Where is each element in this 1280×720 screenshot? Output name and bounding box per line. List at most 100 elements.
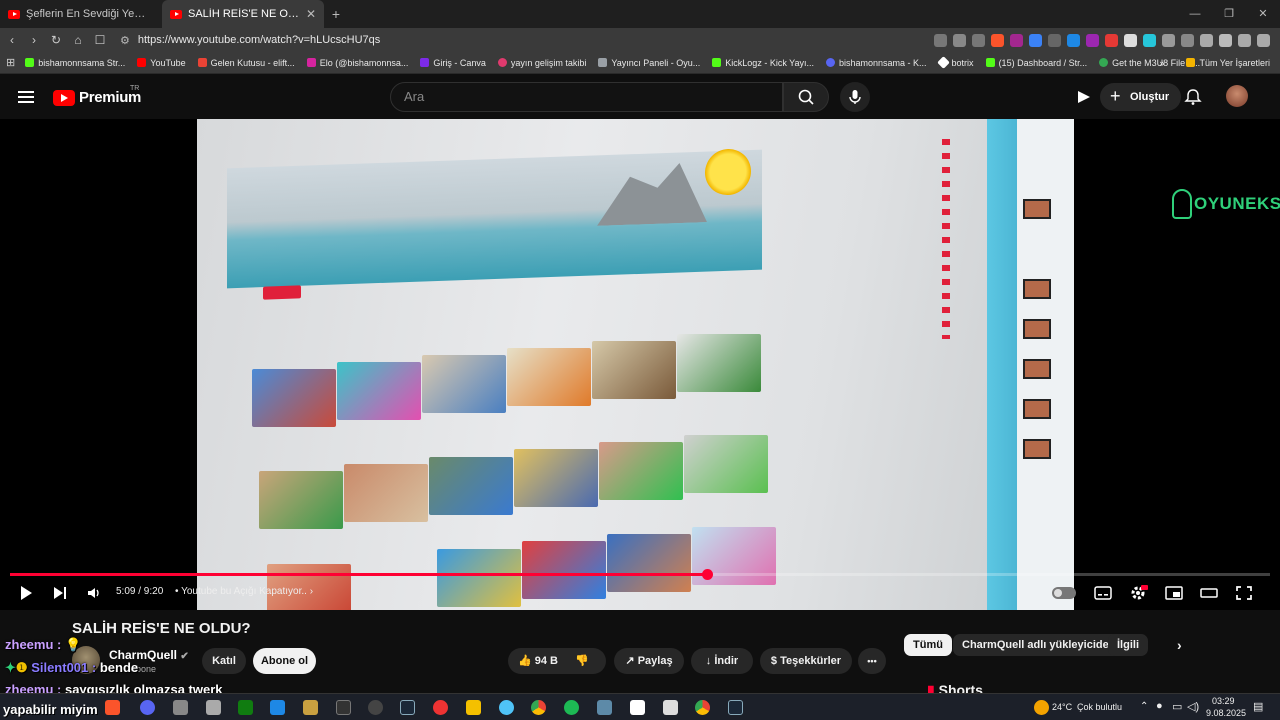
- app-icon[interactable]: [206, 700, 221, 715]
- cast-icon[interactable]: [934, 33, 947, 47]
- app-icon[interactable]: [499, 700, 514, 715]
- clock-date[interactable]: 9.08.2025: [1206, 708, 1246, 718]
- app-icon[interactable]: [433, 700, 448, 715]
- youtube-logo[interactable]: Premium: [53, 89, 141, 106]
- bookmark-item[interactable]: yayın gelişim takibi: [497, 58, 586, 68]
- apps-icon[interactable]: ⊞: [6, 56, 15, 69]
- home-icon[interactable]: ⌂: [68, 33, 88, 47]
- notifications-icon[interactable]: ▤: [1253, 700, 1263, 713]
- extension-icon[interactable]: [1143, 33, 1156, 47]
- brave-shield-icon[interactable]: [991, 33, 1004, 47]
- miniplayer-icon[interactable]: [1165, 585, 1183, 601]
- download-button[interactable]: ↓ İndir: [691, 648, 753, 674]
- next-icon[interactable]: [52, 585, 68, 601]
- epic-games-icon[interactable]: [336, 700, 351, 715]
- clock-time[interactable]: 03:29: [1212, 696, 1235, 706]
- settings-gear-icon[interactable]: [1130, 585, 1148, 601]
- app-icon[interactable]: [173, 700, 188, 715]
- bookmark-item[interactable]: Yayıncı Paneli - Oyu...: [598, 58, 700, 68]
- steam-icon[interactable]: [728, 700, 743, 715]
- game-icon[interactable]: [303, 700, 318, 715]
- browser-tab-active[interactable]: SALİH REİS'E NE OLDU? - YouTu ✕: [162, 0, 324, 28]
- hamburger-menu-icon[interactable]: [18, 91, 34, 103]
- app-icon[interactable]: [466, 700, 481, 715]
- url-field[interactable]: ⚙ https://www.youtube.com/watch?v=hLUcsc…: [120, 34, 934, 47]
- subscribe-button[interactable]: Abone ol: [253, 648, 316, 674]
- extension-icon[interactable]: [1105, 33, 1118, 47]
- extension-icon[interactable]: [1086, 33, 1099, 47]
- app-icon[interactable]: [597, 700, 612, 715]
- search-button[interactable]: [783, 82, 829, 112]
- tray-chevron-icon[interactable]: ⌃: [1140, 701, 1148, 712]
- extension-icon[interactable]: [1029, 33, 1042, 47]
- bookmark-item[interactable]: (15) Dashboard / Str...: [985, 58, 1087, 68]
- brave-rewards-icon[interactable]: [1010, 33, 1023, 47]
- notion-icon[interactable]: [630, 700, 645, 715]
- progress-bar[interactable]: [10, 573, 1270, 576]
- app-icon[interactable]: [270, 700, 285, 715]
- bookmark-item[interactable]: Elo (@bishamonnsa...: [306, 58, 408, 68]
- dislike-button[interactable]: 👎: [575, 655, 589, 667]
- weather-temp[interactable]: 24°C: [1052, 702, 1072, 712]
- brave-icon[interactable]: [105, 700, 120, 715]
- app-icon[interactable]: [663, 700, 678, 715]
- thanks-button[interactable]: $ Teşekkürler: [760, 648, 852, 674]
- overflow-icon[interactable]: »: [1159, 58, 1164, 68]
- creator-tools-icon[interactable]: [1074, 87, 1094, 107]
- chip-related[interactable]: İlgili: [1108, 634, 1148, 656]
- fullscreen-icon[interactable]: [1235, 585, 1253, 601]
- bookmark-item[interactable]: botrix: [936, 56, 974, 69]
- close-tab-icon[interactable]: ✕: [306, 7, 316, 21]
- weather-icon[interactable]: [1034, 700, 1049, 715]
- video-player[interactable]: OYUNEKS 5:09 / 9:20 • Youtube bu Açığı K…: [0, 119, 1280, 610]
- theater-mode-icon[interactable]: [1200, 585, 1218, 601]
- weather-text[interactable]: Çok bulutlu: [1077, 702, 1122, 712]
- create-button[interactable]: Oluştur: [1100, 82, 1182, 111]
- bookmark-item[interactable]: bishamonnsama - K...: [826, 58, 927, 68]
- bookmark-item[interactable]: Giriş - Canva: [420, 58, 486, 68]
- share-button[interactable]: ↗ Paylaş: [614, 648, 684, 674]
- voice-search-button[interactable]: [840, 82, 870, 112]
- bookmark-item[interactable]: KickLogz - Kick Yayı...: [712, 58, 814, 68]
- screenshot-icon[interactable]: [1181, 33, 1194, 47]
- extension-icon[interactable]: [1048, 33, 1061, 47]
- speaker-icon[interactable]: ◁): [1187, 700, 1199, 713]
- ai-icon[interactable]: [1219, 33, 1232, 47]
- steam-icon[interactable]: [400, 700, 415, 715]
- reload-icon[interactable]: ↻: [46, 33, 66, 47]
- volume-icon[interactable]: [86, 585, 102, 601]
- site-info-icon[interactable]: ⚙: [120, 34, 130, 47]
- zoom-icon[interactable]: [953, 33, 966, 47]
- notifications-bell-icon[interactable]: [1183, 87, 1203, 107]
- puzzle-icon[interactable]: [1162, 33, 1175, 47]
- all-bookmarks-folder[interactable]: » Tüm Yer İşaretleri: [1159, 58, 1270, 68]
- network-icon[interactable]: ▭: [1172, 700, 1182, 713]
- chrome-icon[interactable]: [695, 700, 710, 715]
- chip-all[interactable]: Tümü: [904, 634, 952, 656]
- bookmark-icon[interactable]: ☐: [90, 33, 110, 47]
- obs-icon[interactable]: [368, 700, 383, 715]
- chip-from-uploader[interactable]: CharmQuell adlı yükleyiciden: [953, 634, 1125, 656]
- bookmark-item[interactable]: bishamonnsama Str...: [25, 58, 125, 68]
- sidebar-icon[interactable]: [1200, 33, 1213, 47]
- share-icon[interactable]: [972, 33, 985, 47]
- autoplay-toggle[interactable]: [1052, 587, 1076, 599]
- join-button[interactable]: Katıl: [202, 648, 246, 674]
- spotify-icon[interactable]: [564, 700, 579, 715]
- vpn-icon[interactable]: [1238, 33, 1251, 47]
- scrubber-handle[interactable]: [701, 569, 713, 580]
- forward-icon[interactable]: ›: [24, 33, 44, 47]
- chrome-icon[interactable]: [531, 700, 546, 715]
- menu-icon[interactable]: [1257, 33, 1270, 47]
- new-tab-button[interactable]: +: [324, 6, 348, 22]
- bookmark-item[interactable]: Gelen Kutusu - elift...: [197, 58, 295, 68]
- minimize-icon[interactable]: —: [1178, 0, 1212, 28]
- search-input[interactable]: Ara: [390, 82, 783, 112]
- extension-icon[interactable]: [1124, 33, 1137, 47]
- browser-tab[interactable]: Şeflerin En Sevdiği Yemekler – Antho: [0, 0, 162, 28]
- microphone-tray-icon[interactable]: ●: [1156, 700, 1163, 712]
- restore-icon[interactable]: ❐: [1212, 0, 1246, 28]
- bookmark-item[interactable]: YouTube: [137, 58, 186, 68]
- play-icon[interactable]: [18, 585, 34, 601]
- extension-icon[interactable]: [1067, 33, 1080, 47]
